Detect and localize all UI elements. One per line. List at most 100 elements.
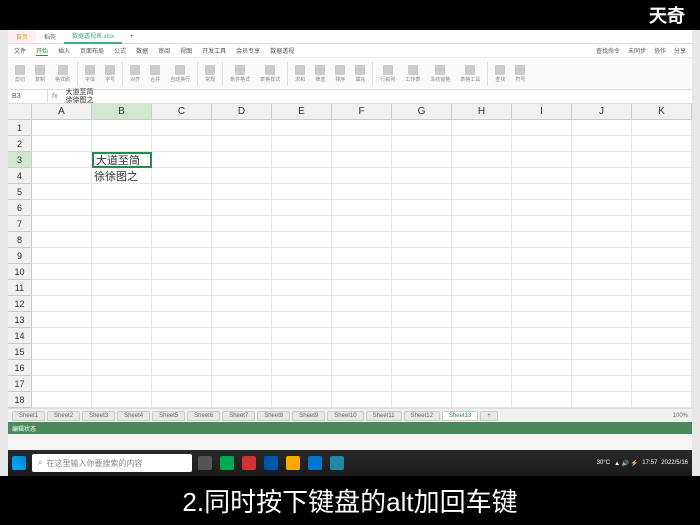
cell[interactable]: [152, 328, 212, 344]
sheet-11[interactable]: Sheet11: [366, 411, 402, 421]
cell[interactable]: [512, 200, 572, 216]
spreadsheet-grid[interactable]: A B C D E F G H I J K 123大道至简4徐徐图之567891…: [8, 104, 692, 408]
cell[interactable]: [572, 200, 632, 216]
ribbon-freeze[interactable]: 冻结窗格: [427, 65, 453, 83]
cell[interactable]: [332, 264, 392, 280]
cell[interactable]: [212, 376, 272, 392]
cell[interactable]: [572, 136, 632, 152]
zoom-level[interactable]: 100%: [673, 413, 688, 419]
cell[interactable]: [632, 216, 692, 232]
menu-review[interactable]: 审阅: [158, 46, 170, 55]
sheet-1[interactable]: Sheet1: [12, 411, 45, 421]
sheet-10[interactable]: Sheet10: [327, 411, 363, 421]
task-icon-2[interactable]: [220, 456, 234, 470]
menu-file[interactable]: 文件: [14, 46, 26, 55]
cell[interactable]: [92, 232, 152, 248]
cell[interactable]: [512, 216, 572, 232]
cell[interactable]: [632, 392, 692, 408]
ribbon-tblstyle[interactable]: 表格样式: [257, 65, 283, 83]
ribbon-size[interactable]: 字号: [102, 65, 118, 83]
row-11[interactable]: 11: [8, 280, 32, 296]
cell[interactable]: [572, 376, 632, 392]
cell[interactable]: [332, 328, 392, 344]
cell[interactable]: [632, 248, 692, 264]
ribbon-merge[interactable]: 合并: [147, 65, 163, 83]
tray-time[interactable]: 17:57: [642, 460, 657, 466]
cell[interactable]: [212, 232, 272, 248]
task-icon-4[interactable]: [264, 456, 278, 470]
tab-add[interactable]: +: [122, 32, 142, 42]
cell[interactable]: [332, 120, 392, 136]
cell[interactable]: [572, 120, 632, 136]
cell[interactable]: [272, 248, 332, 264]
cell[interactable]: [212, 200, 272, 216]
cell[interactable]: [152, 152, 212, 168]
cell[interactable]: [392, 376, 452, 392]
cell[interactable]: [92, 216, 152, 232]
col-H[interactable]: H: [452, 104, 512, 120]
cell[interactable]: [32, 264, 92, 280]
sheet-12[interactable]: Sheet12: [404, 411, 440, 421]
task-icon-3[interactable]: [242, 456, 256, 470]
row-17[interactable]: 17: [8, 376, 32, 392]
cell[interactable]: [212, 152, 272, 168]
cell[interactable]: [272, 328, 332, 344]
sheet-13[interactable]: Sheet13: [442, 411, 478, 421]
cell[interactable]: [32, 280, 92, 296]
cell[interactable]: [152, 264, 212, 280]
cell[interactable]: [152, 184, 212, 200]
cell[interactable]: [632, 136, 692, 152]
row-1[interactable]: 1: [8, 120, 32, 136]
tray-weather[interactable]: 30°C: [597, 460, 610, 466]
cell[interactable]: [272, 344, 332, 360]
cell[interactable]: [212, 360, 272, 376]
cell[interactable]: [332, 232, 392, 248]
cell[interactable]: [152, 312, 212, 328]
fx-icon[interactable]: fx: [48, 93, 61, 100]
cell[interactable]: [332, 200, 392, 216]
cell[interactable]: [332, 296, 392, 312]
cell[interactable]: [512, 184, 572, 200]
tab-file[interactable]: 数据透视表.xlsx: [64, 30, 122, 44]
menu-sync[interactable]: 未同步: [628, 46, 646, 55]
cell[interactable]: [32, 136, 92, 152]
menu-start[interactable]: 开始: [36, 46, 48, 56]
tray-icons[interactable]: ▲ 🔊 ⚡: [614, 460, 638, 467]
row-12[interactable]: 12: [8, 296, 32, 312]
cell[interactable]: [512, 296, 572, 312]
cell[interactable]: [272, 184, 332, 200]
cell[interactable]: [632, 200, 692, 216]
ribbon-symbol[interactable]: 符号: [512, 65, 528, 83]
cell[interactable]: [332, 360, 392, 376]
cell[interactable]: [572, 248, 632, 264]
menu-formula[interactable]: 公式: [114, 46, 126, 55]
cell[interactable]: [272, 200, 332, 216]
cell[interactable]: [92, 248, 152, 264]
cell[interactable]: [512, 280, 572, 296]
col-C[interactable]: C: [152, 104, 212, 120]
cell[interactable]: [512, 312, 572, 328]
cell[interactable]: [212, 136, 272, 152]
ribbon-rowcol[interactable]: 行和列: [377, 65, 398, 83]
cell[interactable]: [632, 280, 692, 296]
cell[interactable]: [32, 392, 92, 408]
cell[interactable]: [452, 120, 512, 136]
cell[interactable]: [212, 344, 272, 360]
cell[interactable]: [392, 344, 452, 360]
cell[interactable]: [212, 280, 272, 296]
cell[interactable]: [392, 248, 452, 264]
row-7[interactable]: 7: [8, 216, 32, 232]
cell[interactable]: 徐徐图之: [92, 168, 152, 184]
cell[interactable]: [92, 136, 152, 152]
cell[interactable]: [452, 168, 512, 184]
row-18[interactable]: 18: [8, 392, 32, 408]
cell[interactable]: [32, 312, 92, 328]
cell[interactable]: [32, 184, 92, 200]
name-box[interactable]: B3: [8, 90, 48, 103]
cell[interactable]: [512, 136, 572, 152]
task-icon-5[interactable]: [286, 456, 300, 470]
cell[interactable]: [92, 328, 152, 344]
cell[interactable]: [452, 264, 512, 280]
cell[interactable]: [572, 216, 632, 232]
cell[interactable]: [152, 280, 212, 296]
